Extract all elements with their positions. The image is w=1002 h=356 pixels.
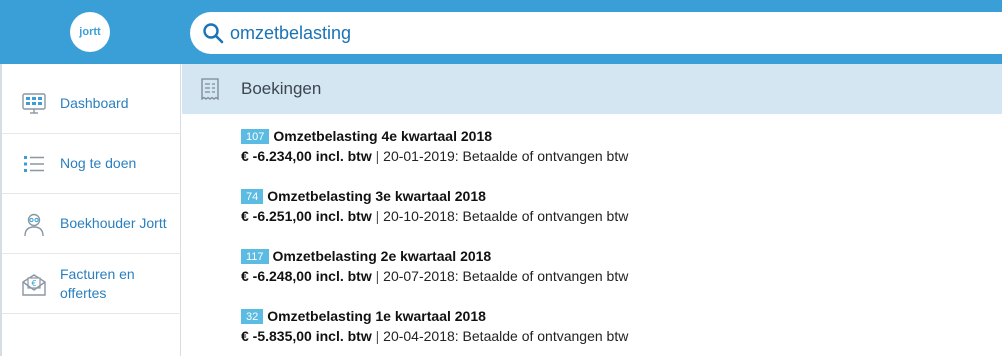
section-title: Boekingen xyxy=(241,79,322,98)
result-title: Omzetbelasting 2e kwartaal 2018 xyxy=(272,248,492,264)
result-badge: 117 xyxy=(241,248,269,264)
logo-area: jortt xyxy=(0,0,180,64)
receipt-icon xyxy=(201,78,219,101)
search-box xyxy=(190,12,1002,54)
search-icon xyxy=(203,23,224,44)
result-badge: 32 xyxy=(241,308,264,324)
invoice-envelope-icon: € xyxy=(22,273,46,296)
result-detail: 20-10-2018: Betaalde of ontvangen btw xyxy=(383,208,629,224)
result-details: € -5.835,00 incl. btw | 20-04-2018: Beta… xyxy=(241,328,628,344)
result-detail: 20-07-2018: Betaalde of ontvangen btw xyxy=(383,268,629,284)
accountant-person-icon xyxy=(24,213,44,236)
sidebar-item-dashboard[interactable]: Dashboard xyxy=(2,74,181,134)
result-separator: | xyxy=(375,148,380,164)
result-title: Omzetbelasting 1e kwartaal 2018 xyxy=(267,308,486,324)
sidebar-item-invoices[interactable]: € Facturen en offertes xyxy=(2,254,181,314)
section-header-boekingen: Boekingen xyxy=(182,64,1002,114)
sidebar-item-label: Facturen en offertes xyxy=(60,265,135,301)
result-item[interactable]: 32 Omzetbelasting 1e kwartaal 2018 € -5.… xyxy=(241,307,941,356)
result-details: € -6.251,00 incl. btw | 20-10-2018: Beta… xyxy=(241,208,628,224)
result-separator: | xyxy=(375,268,380,284)
result-amount: € -5.835,00 incl. btw xyxy=(241,328,372,344)
sidebar: Dashboard Nog te doen Boekhouder Jortt €… xyxy=(0,64,181,356)
sidebar-item-accountant[interactable]: Boekhouder Jortt xyxy=(2,194,181,254)
sidebar-item-label: Nog te doen xyxy=(60,155,137,171)
result-heading: 107 Omzetbelasting 4e kwartaal 2018 xyxy=(241,127,492,145)
result-amount: € -6.248,00 incl. btw xyxy=(241,268,372,284)
result-details: € -6.248,00 incl. btw | 20-07-2018: Beta… xyxy=(241,268,628,284)
svg-text:€: € xyxy=(31,279,36,288)
result-details: € -6.234,00 incl. btw | 20-01-2019: Beta… xyxy=(241,148,628,164)
result-badge: 107 xyxy=(241,128,270,144)
result-amount: € -6.251,00 incl. btw xyxy=(241,208,372,224)
result-detail: 20-04-2018: Betaalde of ontvangen btw xyxy=(383,328,629,344)
result-item[interactable]: 107 Omzetbelasting 4e kwartaal 2018 € -6… xyxy=(241,127,941,177)
result-heading: 117 Omzetbelasting 2e kwartaal 2018 xyxy=(241,247,491,265)
result-heading: 74 Omzetbelasting 3e kwartaal 2018 xyxy=(241,187,486,205)
sidebar-item-todo[interactable]: Nog te doen xyxy=(2,134,181,194)
result-detail: 20-01-2019: Betaalde of ontvangen btw xyxy=(383,148,629,164)
jortt-logo[interactable]: jortt xyxy=(70,12,110,52)
result-heading: 32 Omzetbelasting 1e kwartaal 2018 xyxy=(241,307,486,325)
sidebar-item-label: Dashboard xyxy=(60,95,129,111)
dashboard-monitor-icon xyxy=(22,92,46,114)
result-item[interactable]: 74 Omzetbelasting 3e kwartaal 2018 € -6.… xyxy=(241,187,941,237)
result-separator: | xyxy=(375,208,380,224)
result-separator: | xyxy=(375,328,380,344)
result-item[interactable]: 117 Omzetbelasting 2e kwartaal 2018 € -6… xyxy=(241,247,941,297)
result-badge: 74 xyxy=(241,188,264,204)
top-bar: jortt xyxy=(0,0,1002,64)
search-input[interactable] xyxy=(230,20,930,46)
todo-list-icon xyxy=(24,155,44,172)
result-title: Omzetbelasting 3e kwartaal 2018 xyxy=(267,188,486,204)
result-amount: € -6.234,00 incl. btw xyxy=(241,148,372,164)
search-results-panel: Boekingen 107 Omzetbelasting 4e kwartaal… xyxy=(182,64,1002,356)
sidebar-item-label: Boekhouder Jortt xyxy=(60,215,167,231)
result-title: Omzetbelasting 4e kwartaal 2018 xyxy=(273,128,493,144)
